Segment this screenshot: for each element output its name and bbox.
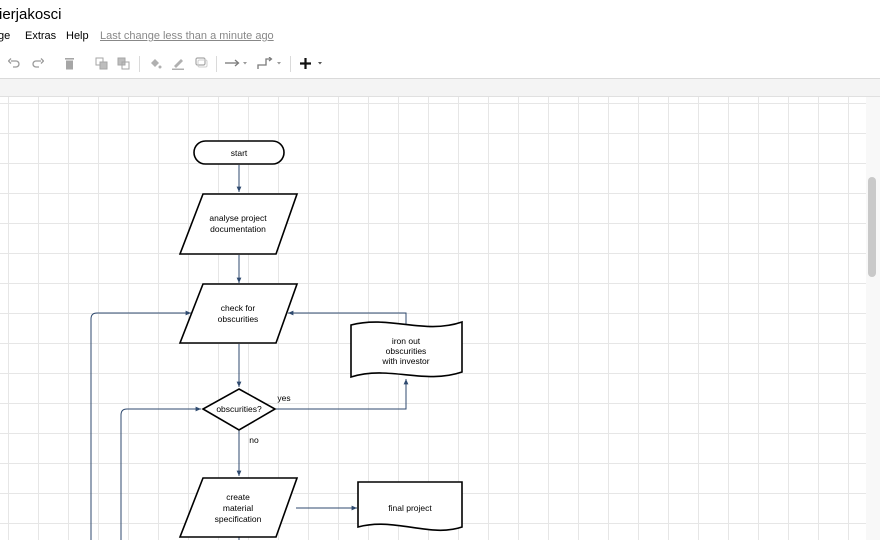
iron-label-line2: obscurities <box>386 346 427 356</box>
toolbar-separator <box>139 56 140 72</box>
document-title[interactable]: ierjakosci <box>0 6 62 23</box>
connection-icon[interactable] <box>223 54 249 72</box>
flowchart: start analyse project documentation chec… <box>90 140 463 540</box>
undo-icon[interactable] <box>6 54 22 72</box>
waypoints-icon[interactable] <box>256 54 284 72</box>
arrow-decision-yes[interactable] <box>275 379 409 410</box>
create-label-line3: specification <box>215 514 262 524</box>
toolbar-separator <box>290 56 291 72</box>
diagram-canvas[interactable]: start analyse project documentation chec… <box>0 97 866 540</box>
create-label-line2: material <box>223 503 253 513</box>
toolbar-separator <box>216 56 217 72</box>
redo-icon[interactable] <box>30 54 46 72</box>
start-label: start <box>231 148 248 158</box>
iron-label-line1: iron out <box>392 336 421 346</box>
decision-label: obscurities? <box>216 404 262 414</box>
to-back-icon[interactable] <box>115 54 131 72</box>
menu-extras[interactable]: Extras <box>25 30 56 42</box>
last-change-link[interactable]: Last change less than a minute ago <box>100 30 274 42</box>
shadow-icon[interactable] <box>193 54 209 72</box>
title-bar: ierjakosci <box>0 0 880 28</box>
toolbar <box>0 50 880 79</box>
menu-help[interactable]: Help <box>66 30 89 42</box>
analyse-label-line1: analyse project <box>209 213 267 223</box>
no-label: no <box>249 435 259 445</box>
insert-icon[interactable] <box>298 54 326 72</box>
menu-page[interactable]: ge <box>0 30 10 42</box>
fill-color-icon[interactable] <box>147 54 163 72</box>
iron-label-line3: with investor <box>381 356 429 366</box>
to-front-icon[interactable] <box>93 54 109 72</box>
format-panel-strip <box>0 79 880 97</box>
line-color-icon[interactable] <box>170 54 186 72</box>
delete-icon[interactable] <box>61 54 77 72</box>
vertical-scrollbar[interactable] <box>866 97 880 540</box>
menu-bar: ge Extras Help Last change less than a m… <box>0 28 880 46</box>
scrollbar-thumb[interactable] <box>868 177 876 277</box>
analyse-label-line2: documentation <box>210 224 266 234</box>
check-label-line2: obscurities <box>218 314 259 324</box>
yes-label: yes <box>277 393 290 403</box>
arrow-loop-to-check[interactable] <box>90 310 191 540</box>
check-label-line1: check for <box>221 303 256 313</box>
create-label-line1: create <box>226 492 250 502</box>
final-label: final project <box>388 503 432 513</box>
